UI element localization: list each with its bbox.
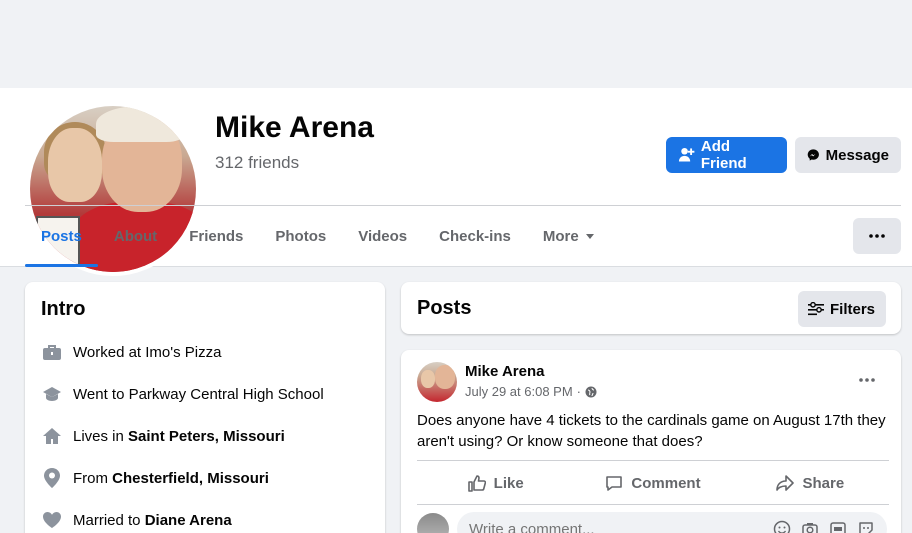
intro-lives-prefix: Lives in xyxy=(73,427,129,445)
cover-area xyxy=(0,0,912,88)
more-dots-icon xyxy=(859,378,875,382)
post-card: Mike Arena July 29 at 6:08 PM · Does any… xyxy=(401,350,901,533)
intro-item-relationship: Married to Diane Arena xyxy=(41,499,369,533)
tab-more-label: More xyxy=(542,227,579,245)
add-friend-label: Add Friend xyxy=(700,138,747,172)
comment-button[interactable]: Comment xyxy=(574,466,731,500)
intro-item-education: Went to Parkway Central High School xyxy=(41,373,369,415)
share-icon xyxy=(776,475,795,491)
tab-more[interactable]: More xyxy=(527,206,611,266)
briefcase-icon xyxy=(41,341,63,363)
sticker-icon[interactable] xyxy=(857,520,875,533)
add-friend-icon xyxy=(678,147,695,162)
comment-divider xyxy=(417,504,889,505)
tab-photos[interactable]: Photos xyxy=(259,206,342,266)
tab-check-ins[interactable]: Check-ins xyxy=(423,206,527,266)
graduation-cap-icon xyxy=(41,383,63,405)
location-pin-icon xyxy=(41,467,63,489)
intro-item-lives: Lives in Saint Peters, Missouri xyxy=(41,415,369,457)
tab-friends-label: Friends xyxy=(189,227,244,245)
tab-about-label: About xyxy=(113,227,158,245)
gif-icon[interactable] xyxy=(829,520,847,533)
post-author-name[interactable]: Mike Arena xyxy=(465,363,544,380)
caret-down-icon xyxy=(585,234,594,239)
share-label: Share xyxy=(802,474,845,492)
post-meta-separator: · xyxy=(576,384,582,399)
message-label: Message xyxy=(825,146,889,164)
home-icon xyxy=(41,425,63,447)
commenter-avatar[interactable] xyxy=(417,513,449,533)
intro-item-relationship-text: Married to Diane Arena xyxy=(73,512,232,529)
posts-title: Posts xyxy=(417,296,472,319)
intro-relationship-prefix: Married to xyxy=(73,511,145,529)
profile-tabs: Posts About Friends Photos Videos Check-… xyxy=(25,206,611,267)
thumbs-up-icon xyxy=(467,475,486,492)
emoji-icon[interactable] xyxy=(773,520,791,533)
intro-item-work-text: Worked at Imo's Pizza xyxy=(73,344,221,361)
post-meta: July 29 at 6:08 PM · xyxy=(465,384,597,399)
add-friend-button[interactable]: Add Friend xyxy=(666,137,787,173)
like-label: Like xyxy=(493,474,524,492)
comment-label: Comment xyxy=(631,474,701,492)
comment-box xyxy=(457,512,887,533)
intro-item-from: From Chesterfield, Missouri xyxy=(41,457,369,499)
filters-button[interactable]: Filters xyxy=(798,291,886,327)
comment-icon xyxy=(606,476,623,491)
intro-lives-place[interactable]: Saint Peters, Missouri xyxy=(128,428,285,445)
friends-count[interactable]: 312 friends xyxy=(215,153,299,173)
post-timestamp[interactable]: July 29 at 6:08 PM xyxy=(465,384,573,399)
globe-icon xyxy=(585,386,597,397)
filters-label: Filters xyxy=(830,300,876,318)
tab-about[interactable]: About xyxy=(98,206,173,266)
post-actions: Like Comment Share xyxy=(417,466,889,500)
tab-posts-label: Posts xyxy=(41,227,82,245)
messenger-icon xyxy=(807,149,819,161)
heart-icon xyxy=(41,509,63,531)
tab-videos-label: Videos xyxy=(358,227,408,245)
tab-posts[interactable]: Posts xyxy=(25,206,98,267)
post-author-avatar[interactable] xyxy=(417,362,457,402)
post-text: Does anyone have 4 tickets to the cardin… xyxy=(417,412,886,450)
intro-work-text: Worked at Imo's Pizza xyxy=(73,343,222,361)
message-button[interactable]: Message xyxy=(795,137,901,173)
tab-photos-label: Photos xyxy=(275,227,327,245)
intro-from-prefix: From xyxy=(73,469,113,487)
intro-item-work: Worked at Imo's Pizza xyxy=(41,331,369,373)
like-button[interactable]: Like xyxy=(417,466,574,500)
intro-from-place[interactable]: Chesterfield, Missouri xyxy=(112,470,269,487)
share-button[interactable]: Share xyxy=(732,466,889,500)
tab-check-ins-label: Check-ins xyxy=(439,227,511,245)
tab-friends[interactable]: Friends xyxy=(173,206,259,266)
intro-education-text: Went to Parkway Central High School xyxy=(73,385,324,403)
intro-item-education-text: Went to Parkway Central High School xyxy=(73,386,324,403)
intro-title: Intro xyxy=(41,298,86,320)
intro-relationship-partner[interactable]: Diane Arena xyxy=(145,512,232,529)
camera-icon[interactable] xyxy=(801,520,819,533)
intro-item-lives-text: Lives in Saint Peters, Missouri xyxy=(73,428,285,445)
comment-tools xyxy=(773,520,875,533)
intro-item-from-text: From Chesterfield, Missouri xyxy=(73,470,269,487)
post-more-options-button[interactable] xyxy=(849,366,885,394)
post-divider xyxy=(417,460,889,461)
profile-more-options-button[interactable] xyxy=(853,218,901,254)
comment-input[interactable] xyxy=(469,520,773,533)
more-dots-icon xyxy=(869,234,885,238)
filters-icon xyxy=(808,302,824,316)
profile-name: Mike Arena xyxy=(215,111,374,144)
posts-header-card: Posts Filters xyxy=(401,282,901,334)
tab-videos[interactable]: Videos xyxy=(342,206,423,266)
intro-card: Intro Worked at Imo's Pizza Went to Park… xyxy=(25,282,385,533)
